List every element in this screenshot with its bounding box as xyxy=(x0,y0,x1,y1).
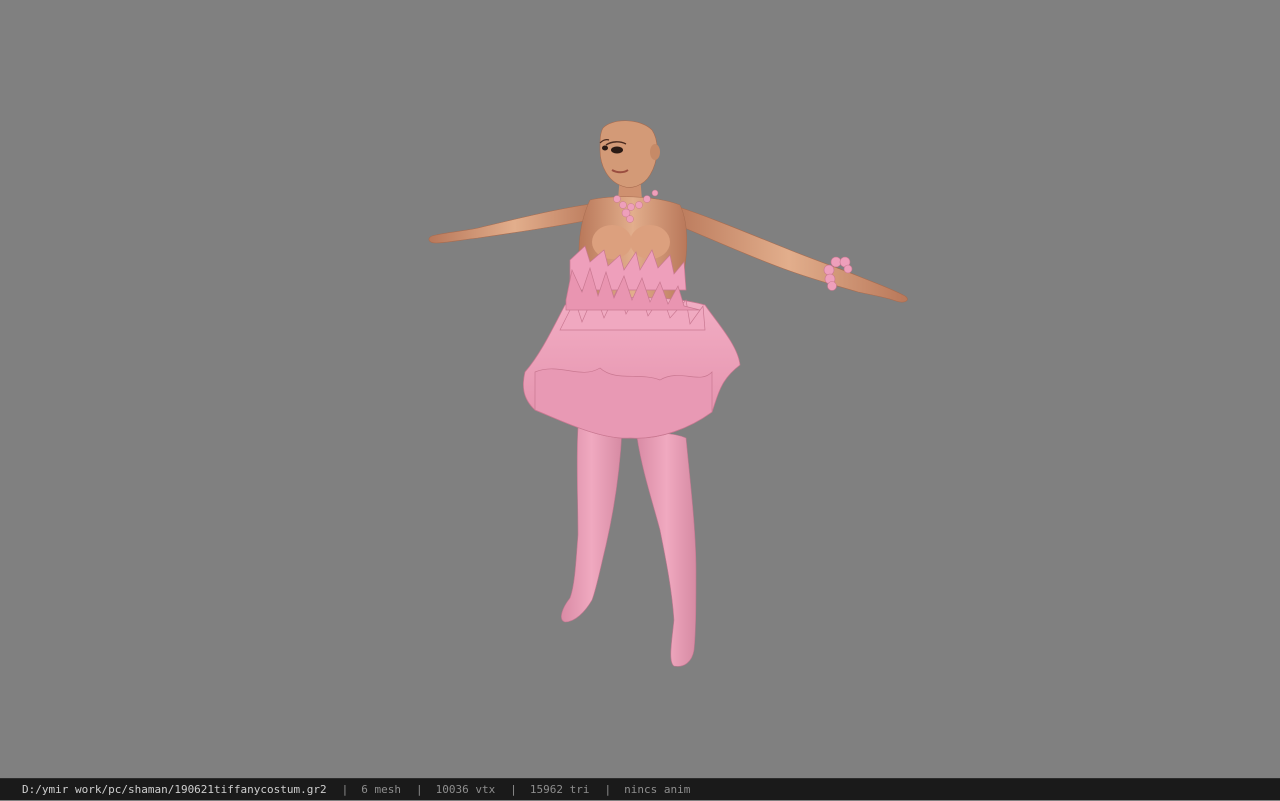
left-boot xyxy=(561,424,623,623)
character-model xyxy=(428,120,908,667)
vertex-count-label: 10036 vtx xyxy=(435,782,496,796)
mesh-count-label: 6 mesh xyxy=(361,782,402,796)
status-bar: D:/ymir work/pc/shaman/190621tiffanycost… xyxy=(0,778,1280,800)
separator: | xyxy=(604,782,612,796)
skirt xyxy=(523,287,741,439)
right-boot xyxy=(636,433,697,667)
head xyxy=(599,120,660,188)
triangle-count-label: 15962 tri xyxy=(529,782,590,796)
separator: | xyxy=(510,782,517,796)
left-arm xyxy=(428,202,601,244)
file-path-label: D:/ymir work/pc/shaman/190621tiffanycost… xyxy=(22,782,327,796)
animation-status-label: nincs anim xyxy=(624,782,691,796)
right-arm xyxy=(669,204,908,303)
separator: | xyxy=(416,782,423,796)
3d-viewport[interactable] xyxy=(0,0,1280,778)
separator: | xyxy=(341,782,349,796)
